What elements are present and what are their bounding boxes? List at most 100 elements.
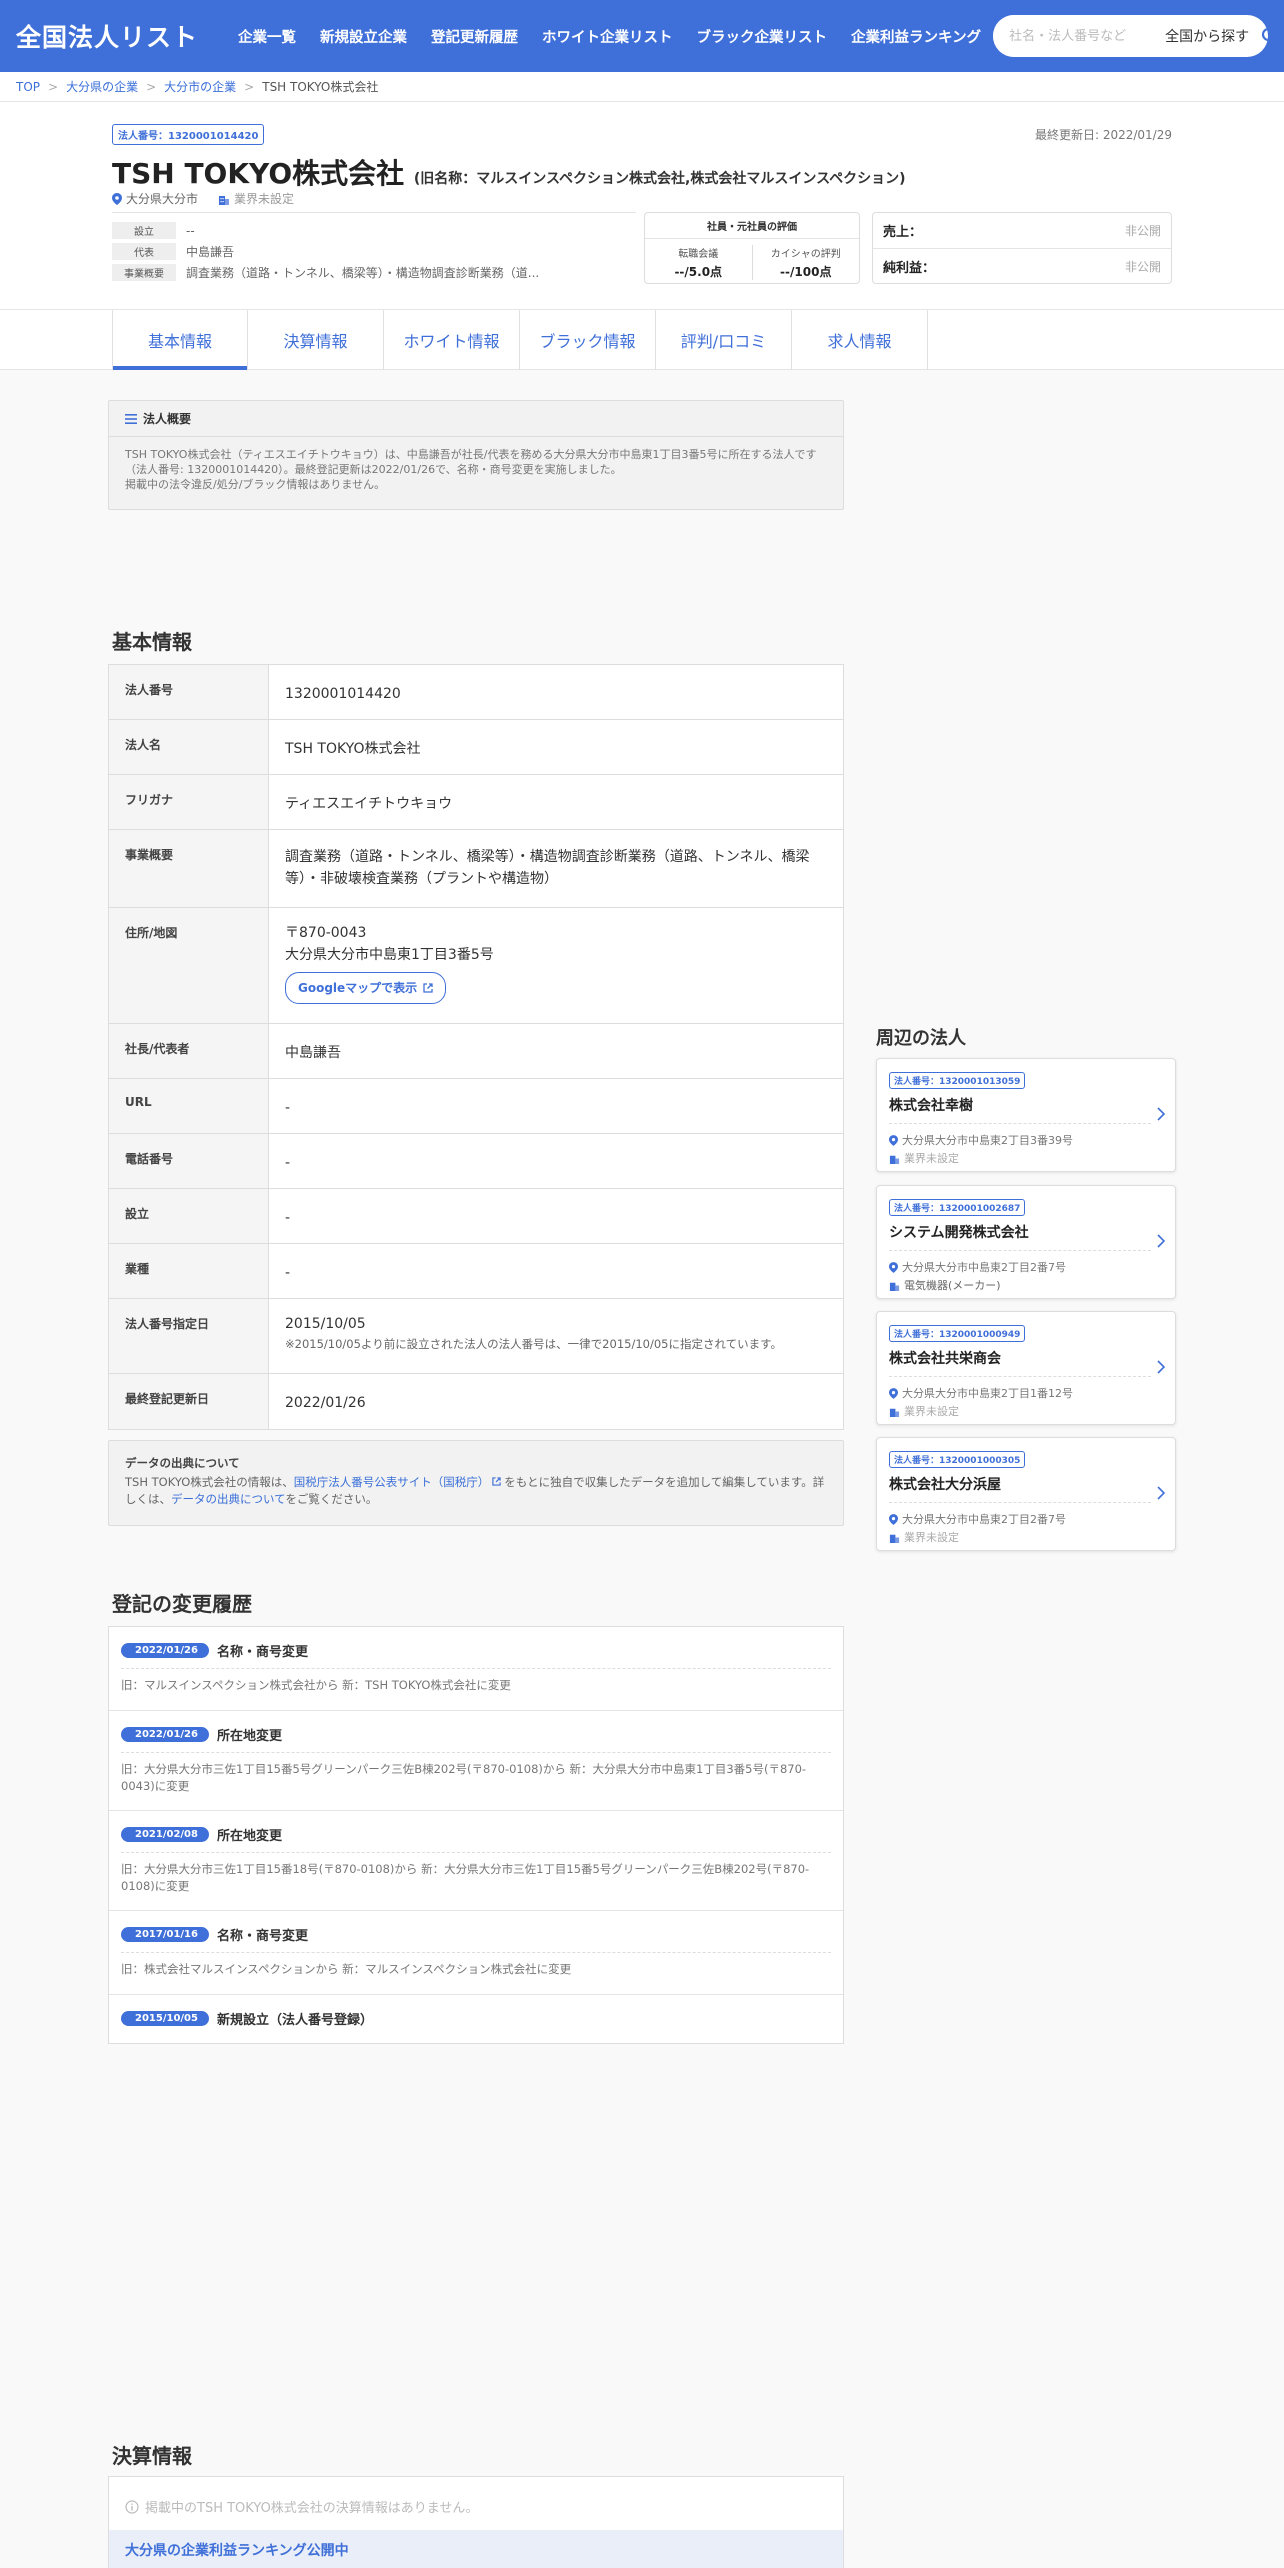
- data-source-note: データの出典について TSH TOKYO株式会社の情報は、国税庁法人番号公表サイ…: [108, 1440, 844, 1526]
- corp-number-badge: 法人番号：1320001014420: [112, 124, 265, 145]
- rating-kaisha[interactable]: カイシャの評判 --/100点: [751, 245, 860, 280]
- history-item: 2015/10/05 新規設立（法人番号登録）: [109, 1995, 843, 2043]
- data-source-link[interactable]: データの出典について: [171, 1492, 285, 1506]
- nearby-industry-row: 電気機器(メーカー): [889, 1277, 1163, 1293]
- tab-black-info[interactable]: ブラック情報: [520, 310, 656, 370]
- rating-columns: 転職会議 --/5.0点 カイシャの評判 --/100点: [645, 239, 859, 280]
- building-icon: [889, 1408, 900, 1417]
- history-item: 2022/01/26 所在地変更 旧：大分県大分市三佐1丁目15番5号グリーンパ…: [109, 1711, 843, 1811]
- history-detail: 旧：株式会社マルスインスペクションから 新：マルスインスペクション株式会社に変更: [121, 1952, 831, 1978]
- profit-ranking-link[interactable]: 大分県の企業利益ランキング公開中: [109, 2530, 843, 2568]
- company-name: TSH TOKYO株式会社: [112, 157, 405, 190]
- nearby-company-card[interactable]: 法人番号：1320001000305 株式会社大分浜屋 大分県大分市中島東2丁目…: [876, 1437, 1176, 1551]
- search-region-select[interactable]: 全国から探す: [1153, 26, 1261, 46]
- nearby-company-card[interactable]: 法人番号：1320001013059 株式会社幸樹 大分県大分市中島東2丁目3番…: [876, 1058, 1176, 1172]
- profit-row: 純利益： 非公開: [873, 248, 1171, 283]
- building-icon: [889, 1534, 900, 1543]
- summary-label: 設立: [112, 222, 176, 239]
- tab-white-info[interactable]: ホワイト情報: [384, 310, 520, 370]
- tab-basic-info[interactable]: 基本情報: [112, 310, 248, 370]
- overview-header: 法人概要: [109, 401, 843, 437]
- history-type: 所在地変更: [217, 1829, 283, 1844]
- history-type: 名称・商号変更: [217, 1645, 309, 1660]
- postal-code: 〒870-0043: [285, 925, 367, 941]
- nav-company-list[interactable]: 企業一覧: [226, 26, 308, 47]
- nav-black-list[interactable]: ブラック企業リスト: [685, 26, 840, 47]
- map-pin-icon: [889, 1261, 898, 1273]
- history-type: 新規設立（法人番号登録）: [217, 2013, 374, 2028]
- chevron-right-icon: [1157, 1360, 1165, 1374]
- chevron-right-icon: [1157, 1107, 1165, 1121]
- list-icon: [125, 413, 137, 424]
- map-pin-icon: [889, 1387, 898, 1399]
- nav-registration-history[interactable]: 登記更新履歴: [419, 26, 530, 47]
- info-value: TSH TOKYO株式会社: [285, 741, 421, 757]
- search-box: 全国から探す: [993, 15, 1268, 57]
- site-header: 全国法人リスト 企業一覧 新規設立企業 登記更新履歴 ホワイト企業リスト ブラッ…: [0, 0, 1284, 72]
- nta-link[interactable]: 国税庁法人番号公表サイト（国税庁）: [294, 1475, 490, 1489]
- breadcrumb-top[interactable]: TOP: [16, 80, 40, 94]
- breadcrumb-separator: >: [146, 79, 157, 94]
- company-summary: 設立 -- 代表 中島謙吾 事業概要 調査業務（道路・トンネル、橋梁等）・構造物…: [112, 220, 642, 283]
- info-value: 中島謙吾: [285, 1045, 341, 1061]
- tab-jobs[interactable]: 求人情報: [792, 310, 928, 370]
- info-row: 事業概要 調査業務（道路・トンネル、橋梁等）・構造物調査診断業務（道路、トンネル…: [109, 830, 843, 908]
- nearby-address-row: 大分県大分市中島東2丁目3番39号: [889, 1132, 1163, 1148]
- nearby-industry: 業界未設定: [904, 1531, 959, 1544]
- nav-white-list[interactable]: ホワイト企業リスト: [530, 26, 685, 47]
- history-date: 2022/01/26: [121, 1643, 209, 1658]
- source-text-a: TSH TOKYO株式会社の情報は、: [125, 1475, 294, 1489]
- info-key: 業種: [109, 1244, 269, 1298]
- nav-new-companies[interactable]: 新規設立企業: [308, 26, 419, 47]
- rating-tenshoku[interactable]: 転職会議 --/5.0点: [645, 245, 752, 280]
- google-map-button[interactable]: Googleマップで表示: [285, 972, 447, 1004]
- info-row: 電話番号 -: [109, 1134, 843, 1189]
- summary-row-founded: 設立 --: [112, 220, 642, 241]
- info-icon: [125, 2499, 139, 2514]
- tabs-bar: 基本情報 決算情報 ホワイト情報 ブラック情報 評判/口コミ 求人情報: [0, 310, 1284, 370]
- section-tabs: 基本情報 決算情報 ホワイト情報 ブラック情報 評判/口コミ 求人情報: [112, 310, 928, 370]
- nearby-company-card[interactable]: 法人番号：1320001002687 システム開発株式会社 大分県大分市中島東2…: [876, 1185, 1176, 1299]
- basic-info-table: 法人番号 1320001014420 法人名 TSH TOKYO株式会社 フリガ…: [108, 664, 844, 1430]
- history-detail: 旧：マルスインスペクション株式会社から 新：TSH TOKYO株式会社に変更: [121, 1668, 831, 1694]
- summary-value: --: [186, 223, 195, 238]
- nearby-company-card[interactable]: 法人番号：1320001000949 株式会社共栄商会 大分県大分市中島東2丁目…: [876, 1311, 1176, 1425]
- info-key: 住所/地図: [109, 908, 269, 1023]
- search-input[interactable]: [993, 15, 1154, 57]
- registration-history: 2022/01/26 名称・商号変更 旧：マルスインスペクション株式会社から 新…: [108, 1626, 844, 2044]
- breadcrumb-city[interactable]: 大分市の企業: [164, 78, 236, 95]
- nearby-industry-row: 業界未設定: [889, 1529, 1163, 1545]
- nearby-company-name: 株式会社大分浜屋: [889, 1474, 1151, 1503]
- breadcrumb-separator: >: [48, 79, 59, 94]
- search-button[interactable]: [1261, 27, 1268, 45]
- breadcrumb-prefecture[interactable]: 大分県の企業: [66, 78, 138, 95]
- building-icon: [219, 195, 230, 205]
- nearby-address-row: 大分県大分市中島東2丁目1番12号: [889, 1385, 1163, 1401]
- history-detail: 旧：大分県大分市三佐1丁目15番5号グリーンパーク三佐B棟202号(〒870-0…: [121, 1752, 831, 1795]
- site-logo[interactable]: 全国法人リスト: [16, 18, 198, 54]
- profit-label: 純利益：: [883, 260, 936, 276]
- overview-text: 掲載中の法令違反/処分/ブラック情報はありません。: [125, 478, 386, 491]
- sales-label: 売上：: [883, 225, 923, 240]
- nav-profit-ranking[interactable]: 企業利益ランキング: [839, 26, 993, 47]
- summary-value: 調査業務（道路・トンネル、橋梁等）・構造物調査診断業務（道...: [186, 266, 540, 280]
- history-title: 登記の変更履歴: [112, 1592, 252, 1616]
- info-value: -: [285, 1265, 291, 1281]
- employee-rating-box: 社員・元社員の評価 転職会議 --/5.0点 カイシャの評判 --/100点: [644, 212, 860, 284]
- info-value: 調査業務（道路・トンネル、橋梁等）・構造物調査診断業務（道路、トンネル、橋梁等）…: [285, 849, 810, 887]
- rating-title: 社員・元社員の評価: [645, 213, 859, 239]
- info-key: フリガナ: [109, 775, 269, 829]
- rating-value: --/100点: [780, 265, 832, 279]
- tab-financial-info[interactable]: 決算情報: [248, 310, 384, 370]
- info-key: 法人番号指定日: [109, 1299, 269, 1373]
- breadcrumb: TOP > 大分県の企業 > 大分市の企業 > TSH TOKYO株式会社: [0, 72, 1284, 102]
- info-row: 最終登記更新日 2022/01/26: [109, 1374, 843, 1429]
- history-date: 2021/02/08: [121, 1827, 209, 1842]
- info-row-address: 住所/地図 〒870-0043 大分県大分市中島東1丁目3番5号 Googleマ…: [109, 908, 843, 1024]
- tab-reviews[interactable]: 評判/口コミ: [656, 310, 792, 370]
- external-link-icon: [492, 1477, 501, 1486]
- rating-label: カイシャの評判: [770, 249, 841, 260]
- overview-text: TSH TOKYO株式会社（ティエスエイチトウキョウ）は、中島謙吾が社長/代表を…: [125, 448, 817, 461]
- nearby-industry: 業界未設定: [904, 1405, 959, 1418]
- last-updated: 最終更新日: 2022/01/29: [1034, 128, 1172, 142]
